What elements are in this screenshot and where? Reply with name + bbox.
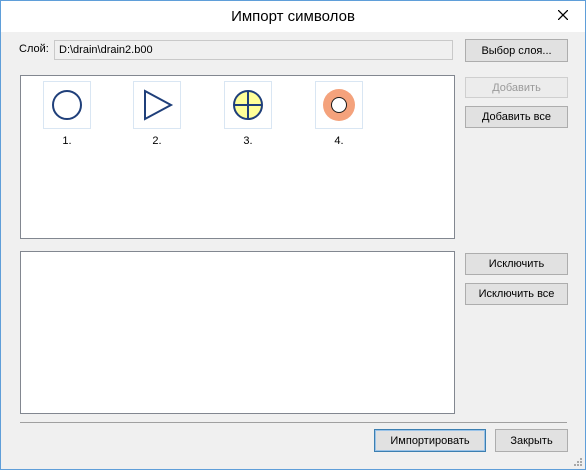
symbol-item-3[interactable]: 3. (224, 81, 272, 147)
ring-target-icon (323, 89, 355, 121)
layer-path-field[interactable]: D:\drain\drain2.b00 (54, 40, 453, 60)
dialog-body: Слой: D:\drain\drain2.b00 Выбор слоя... … (1, 32, 585, 469)
add-button[interactable]: Добавить (465, 77, 568, 98)
import-symbols-dialog: Импорт символов Слой: D:\drain\drain2.b0… (0, 0, 586, 470)
layer-label: Слой: (19, 43, 49, 55)
available-symbols-list[interactable]: 1. 2. 3. 4. (20, 75, 455, 239)
exclude-all-button[interactable]: Исключить все (465, 283, 568, 305)
select-layer-button[interactable]: Выбор слоя... (465, 39, 568, 62)
crosshair-circle-icon (233, 90, 263, 120)
triangle-play-icon (144, 89, 174, 121)
symbol-item-4[interactable]: 4. (315, 81, 363, 147)
close-window-button[interactable] (552, 5, 574, 25)
title-bar: Импорт символов (1, 1, 585, 32)
circle-outline-icon (52, 90, 82, 120)
symbol-label: 4. (334, 135, 344, 147)
close-button[interactable]: Закрыть (495, 429, 568, 452)
import-button[interactable]: Импортировать (374, 429, 486, 452)
symbol-label: 1. (62, 135, 72, 147)
window-title: Импорт символов (231, 8, 355, 25)
add-all-button[interactable]: Добавить все (465, 106, 568, 128)
symbol-label: 3. (243, 135, 253, 147)
symbol-item-2[interactable]: 2. (133, 81, 181, 147)
symbol-item-1[interactable]: 1. (43, 81, 91, 147)
divider (20, 422, 567, 423)
selected-symbols-list[interactable] (20, 251, 455, 414)
symbol-label: 2. (152, 135, 162, 147)
resize-grip-icon[interactable] (572, 456, 582, 466)
close-icon (558, 10, 568, 20)
exclude-button[interactable]: Исключить (465, 253, 568, 275)
